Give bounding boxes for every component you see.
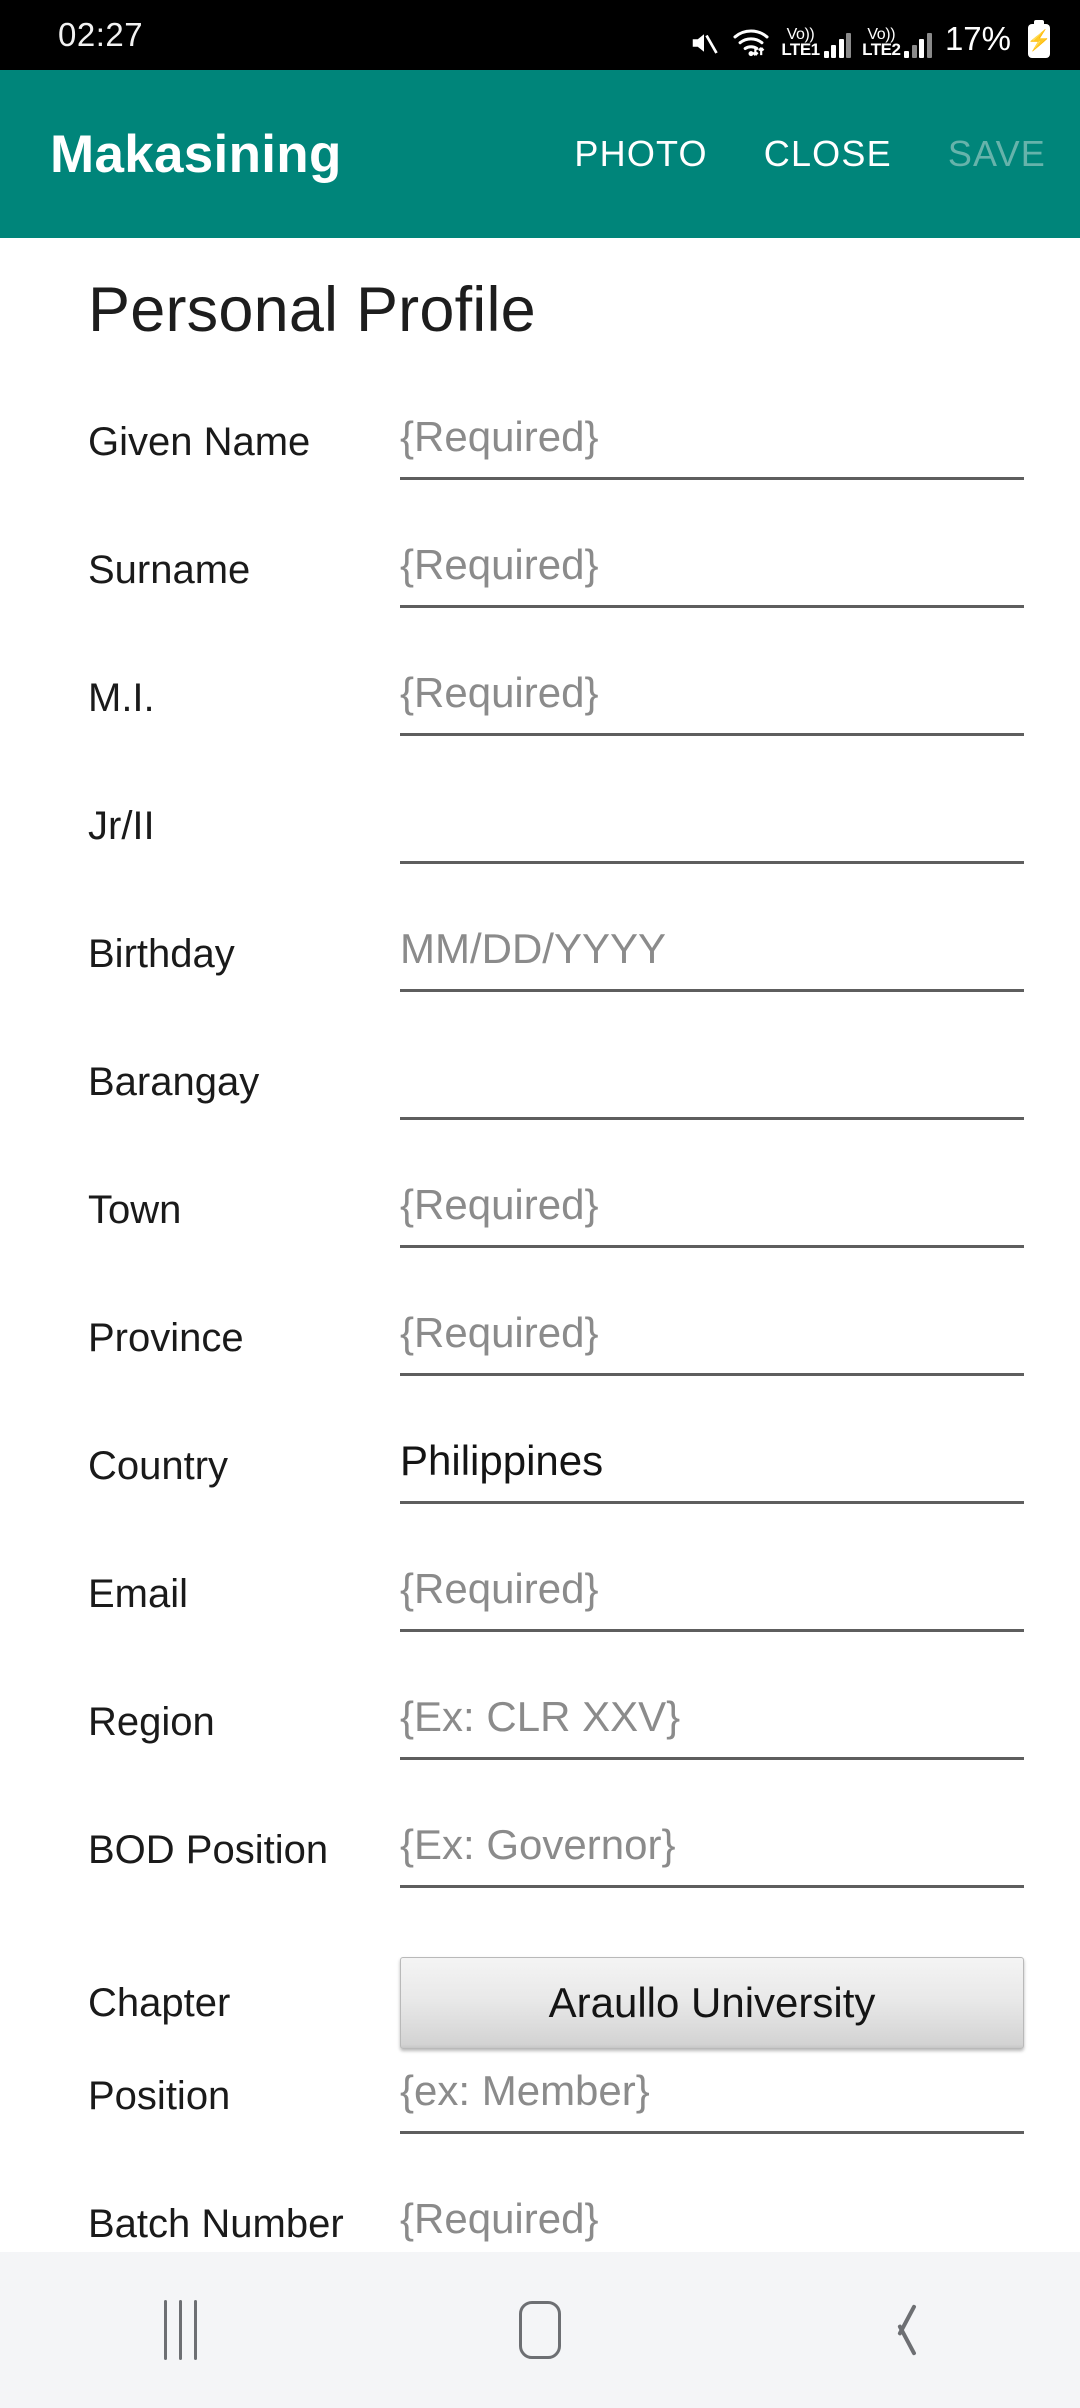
text-input[interactable]: MM/DD/YYYY (400, 920, 1024, 992)
input-placeholder: MM/DD/YYYY (400, 925, 667, 972)
input-placeholder: {ex: Member} (400, 2067, 650, 2114)
input-placeholder: {Required} (400, 669, 599, 716)
form-row: Jr/II (0, 792, 1080, 920)
text-input[interactable]: {Required} (400, 664, 1024, 736)
text-input[interactable]: Philippines (400, 1432, 1024, 1504)
system-navigation-bar (0, 2252, 1080, 2408)
volte1-bottom-label: LTE1 (781, 40, 820, 60)
form-row: Chapter Araullo University (0, 1944, 1080, 2062)
photo-button[interactable]: PHOTO (546, 133, 735, 175)
app-bar: Makasining PHOTO CLOSE SAVE (0, 70, 1080, 238)
form-row: Town {Required} (0, 1176, 1080, 1304)
input-placeholder: {Ex: Governor} (400, 1821, 676, 1868)
form-row: Birthday MM/DD/YYYY (0, 920, 1080, 1048)
field-label: BOD Position (88, 1828, 329, 1872)
text-input[interactable]: {Ex: Governor} (400, 1816, 1024, 1888)
form-row: Batch Number {Required} (0, 2190, 1080, 2250)
form-row: Surname {Required} (0, 536, 1080, 664)
input-placeholder: {Required} (400, 1181, 599, 1228)
field-label: Town (88, 1188, 182, 1232)
field-label: M.I. (88, 676, 155, 720)
profile-form-scroll[interactable]: Personal Profile Given Name {Required} Sur… (0, 238, 1080, 2252)
text-input[interactable]: {Required} (400, 1560, 1024, 1632)
text-input[interactable]: {Required} (400, 1176, 1024, 1248)
text-input[interactable] (400, 1048, 1024, 1120)
field-label: Jr/II (88, 804, 155, 848)
page-title: Personal Profile (88, 275, 536, 345)
text-input[interactable]: {ex: Member} (400, 2062, 1024, 2134)
profile-form: Given Name {Required} Surname {Required} M.I… (0, 408, 1080, 2250)
field-label: Surname (88, 548, 251, 592)
back-icon (883, 2301, 917, 2359)
form-row: Province {Required} (0, 1304, 1080, 1432)
input-placeholder: {Ex: CLR XXV} (400, 1693, 681, 1740)
home-button[interactable] (420, 2252, 660, 2408)
volte2-bottom-label: LTE2 (862, 40, 901, 60)
battery-charging-icon: ⚡ (1026, 24, 1052, 58)
mute-icon (687, 28, 721, 58)
battery-bolt-glyph: ⚡ (1026, 30, 1052, 52)
text-input[interactable]: {Required} (400, 536, 1024, 608)
recents-button[interactable] (60, 2252, 300, 2408)
status-bar: 02:27 Vo)) LTE1 Vo)) LTE2 17% ⚡ (0, 0, 1080, 70)
field-label: Barangay (88, 1060, 260, 1104)
input-placeholder: {Required} (400, 1565, 599, 1612)
input-placeholder: {Required} (400, 541, 599, 588)
input-value: Philippines (400, 1437, 604, 1484)
signal-bars-2-icon (904, 32, 932, 58)
text-input[interactable]: {Ex: CLR XXV} (400, 1688, 1024, 1760)
field-label: Region (88, 1700, 215, 1744)
input-placeholder: {Required} (400, 1309, 599, 1356)
wifi-icon (732, 26, 770, 58)
field-label: Country (88, 1444, 229, 1488)
form-row: Barangay (0, 1048, 1080, 1176)
field-label: Chapter (88, 1981, 231, 2025)
volte1-icon: Vo)) LTE1 (781, 26, 852, 60)
form-row: BOD Position {Ex: Governor} (0, 1816, 1080, 1944)
field-label: Given Name (88, 420, 311, 464)
text-input[interactable] (400, 792, 1024, 864)
form-row: Given Name {Required} (0, 408, 1080, 536)
status-clock: 02:27 (58, 16, 144, 53)
text-input[interactable]: {Required} (400, 408, 1024, 480)
signal-bars-1-icon (823, 32, 852, 58)
close-button[interactable]: CLOSE (736, 133, 920, 175)
field-label: Batch Number (88, 2202, 344, 2246)
form-row: Position {ex: Member} (0, 2062, 1080, 2190)
input-placeholder: {Required} (400, 413, 599, 460)
battery-percent-label: 17% (944, 20, 1011, 57)
field-label: Position (88, 2074, 231, 2118)
home-icon (519, 2301, 561, 2359)
chapter-spinner[interactable]: Araullo University (400, 1957, 1024, 2049)
back-button[interactable] (780, 2252, 1020, 2408)
phone-screen: 02:27 Vo)) LTE1 Vo)) LTE2 17% ⚡ Makasini… (0, 0, 1080, 2408)
save-button[interactable]: SAVE (920, 133, 1080, 175)
form-row: Email {Required} (0, 1560, 1080, 1688)
field-label: Province (88, 1316, 244, 1360)
form-row: Country Philippines (0, 1432, 1080, 1560)
form-row: M.I. {Required} (0, 664, 1080, 792)
spinner-value: Araullo University (548, 1979, 876, 2026)
text-input[interactable]: {Required} (400, 2190, 1024, 2250)
recents-icon (163, 2300, 197, 2360)
text-input[interactable]: {Required} (400, 1304, 1024, 1376)
status-icons: Vo)) LTE1 Vo)) LTE2 17% ⚡ (687, 12, 1052, 60)
app-title: Makasining (50, 124, 342, 184)
app-bar-actions: PHOTO CLOSE SAVE (546, 133, 1080, 175)
field-label: Birthday (88, 932, 235, 976)
field-label: Email (88, 1572, 189, 1616)
volte2-icon: Vo)) LTE2 (862, 26, 932, 60)
input-placeholder: {Required} (400, 2195, 599, 2242)
form-row: Region {Ex: CLR XXV} (0, 1688, 1080, 1816)
